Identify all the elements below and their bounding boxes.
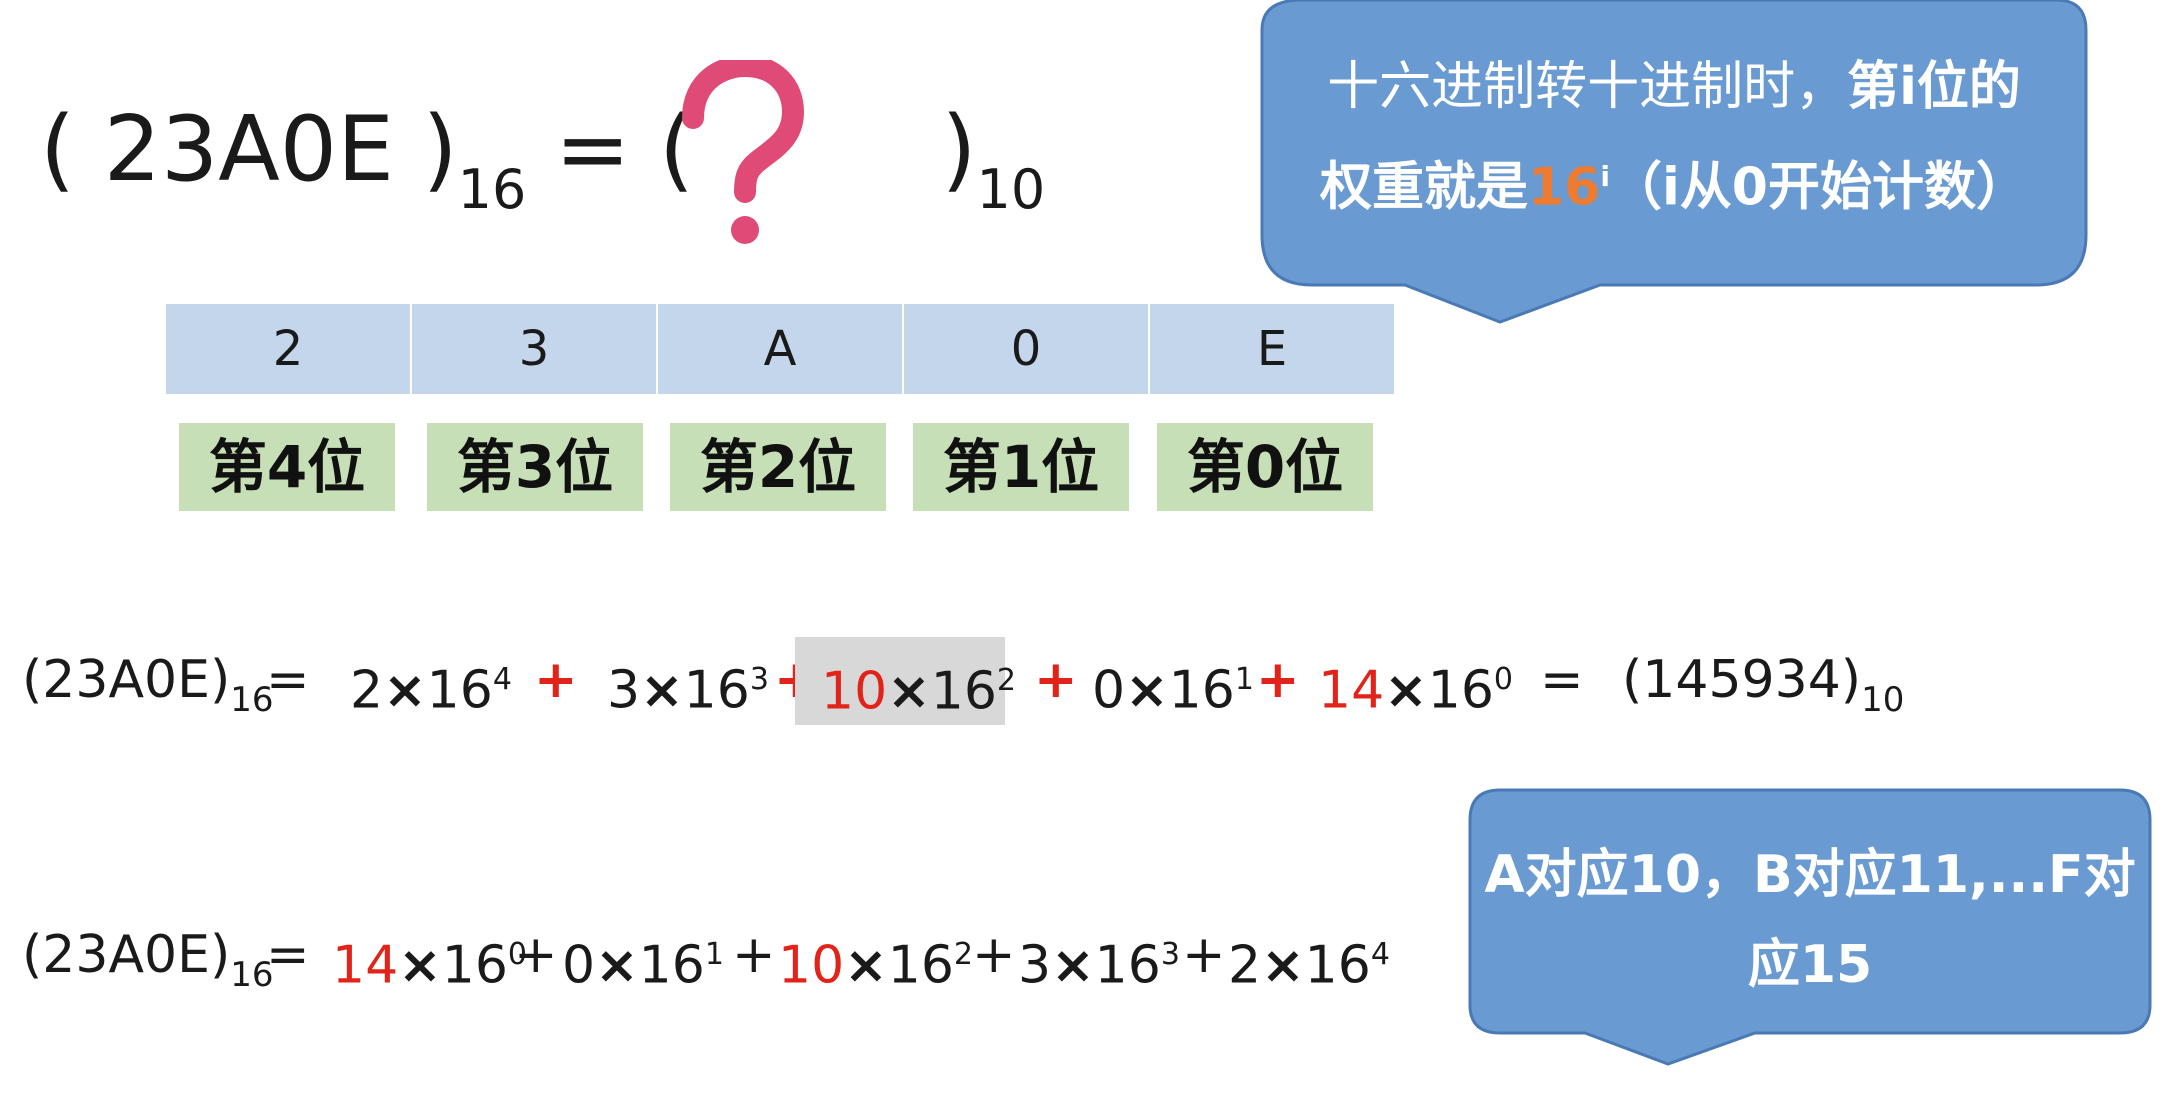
- eq2-term: 14×160: [332, 935, 528, 996]
- digit-cell: A: [658, 304, 902, 394]
- callout-weight-line2: 权重就是16i（i从0开始计数）: [1319, 157, 2028, 218]
- eq2-term: 2×164: [1228, 935, 1390, 996]
- eq1-equals: =: [1540, 650, 1584, 710]
- eq1-term: 0×161: [1092, 660, 1254, 721]
- title-sub16: 16: [457, 158, 527, 221]
- eq2-plus: +: [514, 925, 558, 985]
- eq1-lhs: (23A0E)16: [22, 650, 274, 720]
- eq1-term: 3×163: [607, 660, 769, 721]
- digit-cell: 2: [166, 304, 410, 394]
- digit-cell: 0: [904, 304, 1148, 394]
- digit-cell: E: [1150, 304, 1394, 394]
- eq1-highlighted-term: 10×162: [795, 637, 1016, 725]
- callout-weight-line1: 十六进制转十进制时，第i位的: [1327, 57, 2021, 117]
- eq1-term: 14×160: [1318, 660, 1514, 721]
- eq2-term: 0×161: [562, 935, 724, 996]
- callout-mapping-text: A对应10，B对应11,...F对 应15: [1470, 830, 2150, 1010]
- position-label: 第0位: [1157, 423, 1373, 511]
- eq1-plus: +: [1034, 650, 1078, 710]
- title-equals: = (: [554, 97, 695, 202]
- position-label: 第4位: [179, 423, 395, 511]
- eq2-equals: =: [266, 925, 310, 985]
- callout-mapping-line2: 应15: [1747, 935, 1873, 995]
- callout-weight-text: 十六进制转十进制时，第i位的 权重就是16i（i从0开始计数）: [1262, 42, 2086, 232]
- question-mark-icon: [682, 60, 805, 244]
- title-hex-number: ( 23A0E ): [40, 97, 458, 202]
- eq1-result: (145934)10: [1622, 650, 1905, 720]
- eq2-plus: +: [1182, 925, 1226, 985]
- equation-expanded: (23A0E)16 = 2×164 + 3×163 + 10×162 + 0×1…: [22, 637, 1922, 725]
- eq1-plus: +: [1256, 650, 1300, 710]
- position-label: 第3位: [427, 423, 643, 511]
- callout-mapping-line1: A对应10，B对应11,...F对: [1484, 845, 2136, 905]
- eq2-lhs: (23A0E)16: [22, 925, 274, 995]
- digit-cell: 3: [412, 304, 656, 394]
- eq2-plus: +: [732, 925, 776, 985]
- title-sub10: 10: [976, 158, 1046, 221]
- title-close-paren: ): [941, 97, 977, 202]
- position-label: 第1位: [913, 423, 1129, 511]
- eq1-term: 2×164: [350, 660, 512, 721]
- equation-reordered: (23A0E)16 = 14×160 + 0×161 + 10×162 + 3×…: [22, 920, 1472, 1000]
- eq2-term: 3×163: [1018, 935, 1180, 996]
- position-label: 第2位: [670, 423, 886, 511]
- eq1-equals: =: [266, 650, 310, 710]
- eq2-term: 10×162: [778, 935, 974, 996]
- title-equation: ( 23A0E )16 = ( )10: [40, 95, 1045, 245]
- eq1-plus: +: [534, 650, 578, 710]
- eq2-plus: +: [972, 925, 1016, 985]
